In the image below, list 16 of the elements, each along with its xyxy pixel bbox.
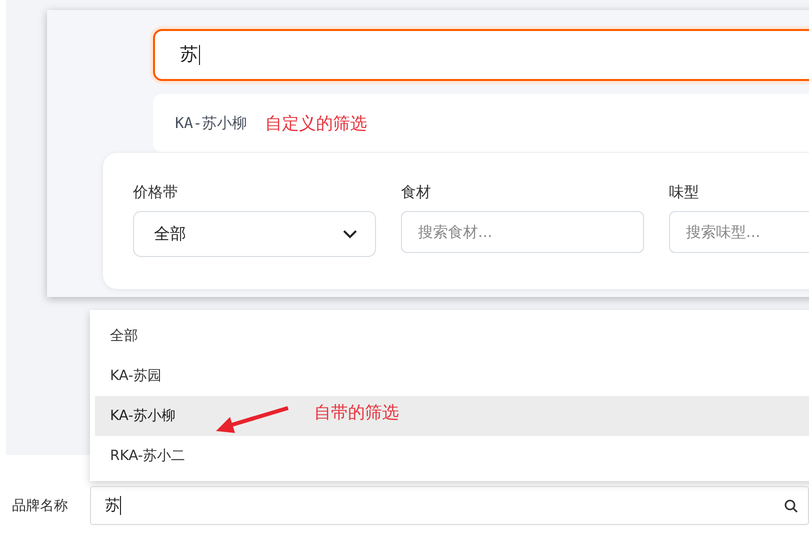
filter-label: 味型 — [669, 182, 700, 203]
brand-search-field[interactable]: 苏 — [90, 486, 809, 525]
filter-label: 食材 — [401, 182, 432, 203]
annotation-text: 自定义的筛选 — [265, 112, 368, 134]
search-icon — [784, 498, 798, 512]
chevron-down-icon — [343, 230, 357, 238]
arrow-icon — [214, 404, 290, 436]
input-field[interactable]: 搜索食材... — [401, 211, 644, 253]
select-field[interactable]: 全部 — [133, 211, 376, 257]
input-field[interactable]: 搜索味型... — [669, 211, 809, 253]
search-text: 苏 — [180, 45, 200, 65]
annotation-text: 自带的筛选 — [314, 402, 399, 424]
suggestion-item[interactable]: KA-苏小柳 — [175, 114, 248, 132]
search-field[interactable]: 苏 — [153, 29, 809, 81]
filter-label: 价格带 — [133, 182, 179, 203]
field-label: 品牌名称 — [11, 496, 69, 514]
